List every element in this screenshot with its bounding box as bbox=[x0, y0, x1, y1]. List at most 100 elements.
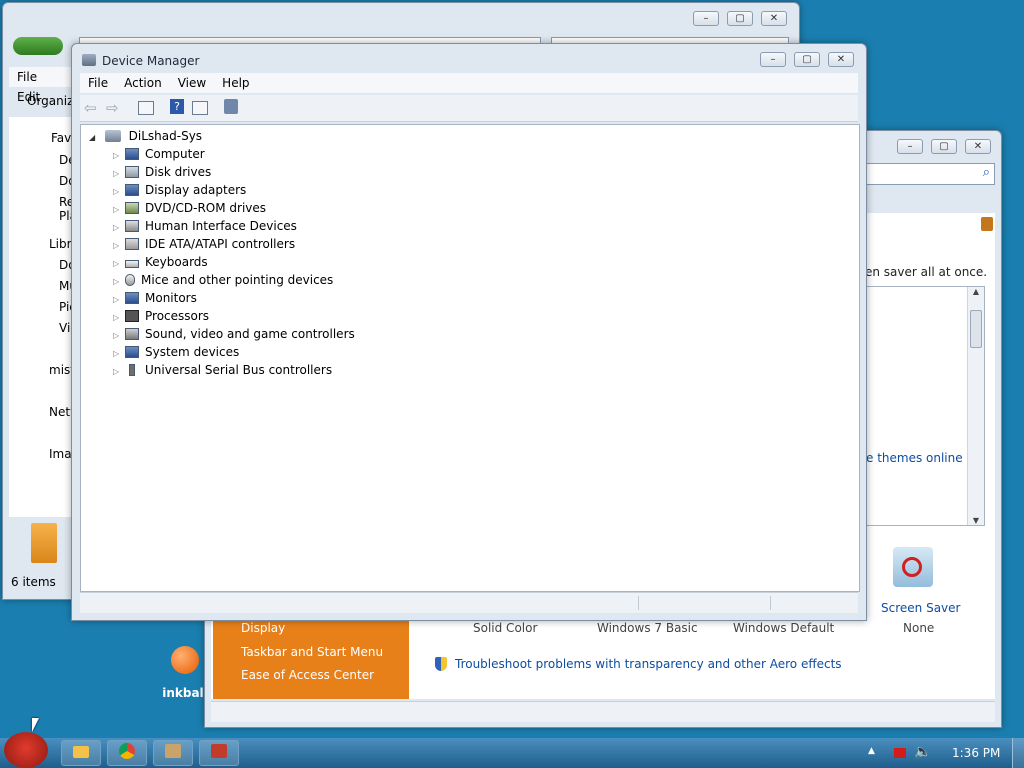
display-adapter-icon bbox=[125, 184, 139, 196]
tree-item-hid[interactable]: ▷ Human Interface Devices bbox=[113, 217, 297, 235]
menu-action[interactable]: Action bbox=[116, 73, 170, 93]
clock[interactable]: 1:36 PM bbox=[952, 746, 1000, 760]
device-manager-status-bar bbox=[80, 592, 858, 613]
inkball-label: inkball bbox=[162, 686, 208, 700]
tree-item-sound[interactable]: ▷ Sound, video and game controllers bbox=[113, 325, 355, 343]
see-also-display[interactable]: Display bbox=[241, 621, 285, 635]
root-label: DiLshad-Sys bbox=[128, 129, 203, 143]
theme-solid-color[interactable]: Solid Color bbox=[473, 621, 537, 635]
search-icon: ⌕ bbox=[982, 165, 990, 180]
tree-item-label: Disk drives bbox=[145, 165, 212, 179]
forward-arrow-icon[interactable]: ⇨ bbox=[106, 99, 119, 117]
tree-item-disk-drives[interactable]: ▷ Disk drives bbox=[113, 163, 211, 181]
maximize-button[interactable]: ▢ bbox=[794, 52, 820, 67]
status-divider bbox=[638, 596, 639, 610]
tree-root[interactable]: ◢ DiLshad-Sys bbox=[89, 127, 202, 145]
tree-item-processors[interactable]: ▷ Processors bbox=[113, 307, 209, 325]
ide-controller-icon bbox=[125, 238, 139, 250]
hid-icon bbox=[125, 220, 139, 232]
maximize-button[interactable]: ▢ bbox=[727, 11, 753, 26]
minimize-button[interactable]: – bbox=[693, 11, 719, 26]
volume-icon[interactable]: 🔈 bbox=[914, 744, 931, 760]
tree-item-label: Processors bbox=[145, 309, 210, 323]
scan-hardware-icon[interactable] bbox=[224, 99, 238, 114]
device-tree-pane: ◢ DiLshad-Sys ▷ Computer ▷ Disk drives ▷ Di… bbox=[80, 124, 860, 592]
screen-saver-icon[interactable] bbox=[893, 547, 933, 587]
taskbar-explorer-button[interactable] bbox=[61, 740, 101, 766]
see-also-taskbar[interactable]: Taskbar and Start Menu bbox=[241, 645, 383, 659]
tree-item-keyboards[interactable]: ▷ Keyboards bbox=[113, 253, 208, 271]
system-devices-icon bbox=[125, 346, 139, 358]
start-button[interactable] bbox=[4, 732, 48, 768]
troubleshoot-link[interactable]: Troubleshoot problems with transparency … bbox=[455, 657, 842, 671]
see-also-ease-of-access[interactable]: Ease of Access Center bbox=[241, 668, 374, 682]
theme-windows-default[interactable]: Windows Default bbox=[733, 621, 834, 635]
usb-icon bbox=[129, 364, 135, 376]
scroll-thumb[interactable] bbox=[970, 310, 982, 348]
themes-list[interactable]: ▲ ▼ e themes online bbox=[865, 286, 985, 526]
tree-item-label: Universal Serial Bus controllers bbox=[145, 363, 333, 377]
tree-item-label: Display adapters bbox=[145, 183, 247, 197]
tree-item-monitors[interactable]: ▷ Monitors bbox=[113, 289, 197, 307]
help-icon[interactable]: ? bbox=[170, 99, 184, 114]
tree-item-display-adapters[interactable]: ▷ Display adapters bbox=[113, 181, 246, 199]
close-button[interactable]: ✕ bbox=[828, 52, 854, 67]
taskbar-app-button[interactable] bbox=[153, 740, 193, 766]
expand-arrow-icon[interactable]: ▷ bbox=[113, 363, 123, 381]
close-button[interactable]: ✕ bbox=[965, 139, 991, 154]
menu-file[interactable]: File bbox=[9, 67, 45, 87]
theme-windows7-basic[interactable]: Windows 7 Basic bbox=[597, 621, 698, 635]
folder-icon bbox=[31, 523, 57, 563]
toolbar: ⇦ ⇨ ? bbox=[80, 95, 858, 122]
minimize-button[interactable]: – bbox=[897, 139, 923, 154]
monitor-icon bbox=[125, 292, 139, 304]
tree-item-label: Human Interface Devices bbox=[145, 219, 297, 233]
tree-item-system-devices[interactable]: ▷ System devices bbox=[113, 343, 239, 361]
tree-item-usb-controllers[interactable]: ▷ Universal Serial Bus controllers bbox=[113, 361, 332, 379]
device-manager-window[interactable]: Device Manager – ▢ ✕ File Action View Help … bbox=[71, 43, 867, 621]
properties-icon[interactable] bbox=[192, 101, 208, 115]
help-icon[interactable] bbox=[981, 217, 993, 231]
status-divider bbox=[770, 596, 771, 610]
mouse-cursor-icon bbox=[32, 718, 39, 732]
show-hidden-icons-button[interactable]: ▲ bbox=[868, 746, 875, 756]
scroll-down-icon[interactable]: ▼ bbox=[968, 516, 984, 525]
close-button[interactable]: ✕ bbox=[761, 11, 787, 26]
speaker-icon bbox=[125, 328, 139, 340]
tree-item-label: Monitors bbox=[145, 291, 197, 305]
tree-item-ide-controllers[interactable]: ▷ IDE ATA/ATAPI controllers bbox=[113, 235, 295, 253]
computer-icon bbox=[104, 130, 121, 142]
back-arrow-icon[interactable]: ⇦ bbox=[84, 99, 97, 117]
tree-item-mice[interactable]: ▷ Mice and other pointing devices bbox=[113, 271, 333, 289]
device-manager-menubar: File Action View Help bbox=[80, 73, 858, 93]
taskbar-device-manager-button[interactable] bbox=[199, 740, 239, 766]
menu-help[interactable]: Help bbox=[214, 73, 257, 93]
taskbar-chrome-button[interactable] bbox=[107, 740, 147, 766]
tree-item-computer[interactable]: ▷ Computer bbox=[113, 145, 205, 163]
screen-saver-value: None bbox=[903, 621, 935, 635]
shield-icon bbox=[435, 657, 447, 671]
mouse-icon bbox=[125, 274, 135, 286]
maximize-button[interactable]: ▢ bbox=[931, 139, 957, 154]
show-desktop-button[interactable] bbox=[1012, 738, 1024, 768]
scrollbar[interactable]: ▲ ▼ bbox=[967, 287, 984, 525]
status-bar bbox=[211, 701, 995, 722]
inkball-icon bbox=[171, 646, 199, 674]
inkball-desktop-icon[interactable]: inkball bbox=[162, 644, 208, 706]
menu-view[interactable]: View bbox=[170, 73, 214, 93]
scroll-up-icon[interactable]: ▲ bbox=[968, 287, 984, 296]
get-more-themes-link[interactable]: e themes online bbox=[866, 451, 963, 465]
tree-item-label: IDE ATA/ATAPI controllers bbox=[145, 237, 296, 251]
minimize-button[interactable]: – bbox=[760, 52, 786, 67]
tree-item-label: System devices bbox=[145, 345, 240, 359]
screen-saver-label[interactable]: Screen Saver bbox=[881, 601, 960, 615]
menu-file[interactable]: File bbox=[80, 73, 116, 93]
explorer-menubar: FileEdit bbox=[9, 67, 75, 104]
app-icon bbox=[165, 744, 181, 758]
show-hide-console-tree-icon[interactable] bbox=[138, 101, 154, 115]
search-field[interactable]: ⌕ bbox=[855, 163, 995, 185]
collapse-arrow-icon[interactable]: ◢ bbox=[89, 129, 99, 147]
back-forward-buttons[interactable] bbox=[13, 37, 63, 55]
tree-item-dvd-cd-rom[interactable]: ▷ DVD/CD-ROM drives bbox=[113, 199, 266, 217]
tray-flag-icon[interactable] bbox=[894, 748, 906, 758]
